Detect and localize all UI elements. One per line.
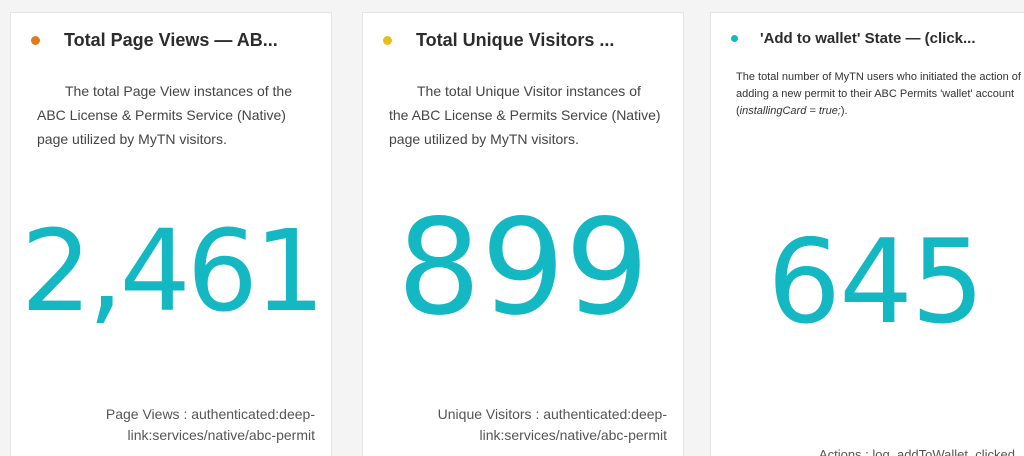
card-footer: Unique Visitors : authenticated:deep- li… [438, 404, 667, 446]
card-footer: Actions : log_addToWallet_clicked [818, 447, 1015, 456]
card-title[interactable]: Total Unique Visitors ... [416, 30, 614, 51]
dashboard: Total Page Views — AB... The total Page … [0, 0, 1024, 456]
metric-card-add-to-wallet[interactable]: 'Add to wallet' State — (click... The to… [710, 12, 1024, 456]
card-header: 'Add to wallet' State — (click... [731, 30, 1024, 47]
card-header: Total Unique Visitors ... [383, 30, 675, 51]
card-description: The total number of MyTN users who initi… [736, 69, 1024, 120]
footer-line: Unique Visitors : authenticated:deep- [437, 406, 667, 422]
footer-line: link:services/native/abc-permit [479, 427, 667, 443]
description-end: ). [840, 105, 848, 117]
metric-value: 899 [397, 191, 649, 345]
metric-card-unique-visitors[interactable]: Total Unique Visitors ... The total Uniq… [362, 12, 684, 456]
card-title[interactable]: 'Add to wallet' State — (click... [760, 30, 976, 47]
metric-card-page-views[interactable]: Total Page Views — AB... The total Page … [10, 12, 332, 456]
metric-value: 645 [767, 215, 984, 350]
footer-line: link:services/native/abc-permit [127, 427, 315, 443]
series-dot-icon [383, 36, 392, 45]
card-title[interactable]: Total Page Views — AB... [64, 30, 278, 51]
card-description: The total Unique Visitor instances of th… [389, 83, 661, 147]
series-dot-icon [31, 36, 40, 45]
card-description: The total Page View instances of the ABC… [37, 83, 292, 147]
footer-line: Page Views : authenticated:deep- [105, 406, 315, 422]
metric-value: 2,461 [20, 207, 326, 337]
series-dot-icon [731, 35, 738, 42]
card-header: Total Page Views — AB... [31, 30, 323, 51]
card-footer: Page Views : authenticated:deep- link:se… [106, 404, 315, 446]
description-code: installingCard = true; [739, 105, 841, 117]
